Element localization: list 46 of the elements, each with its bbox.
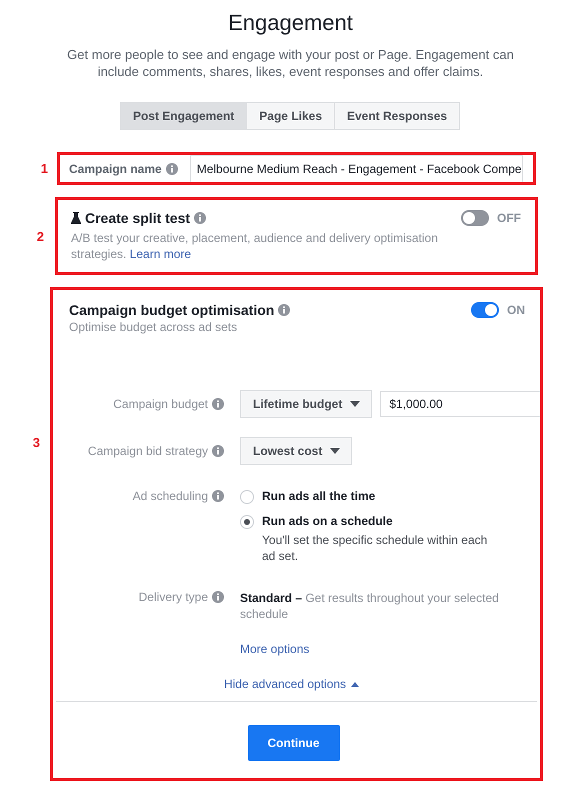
section-subtitle: Optimise budget across ad sets	[69, 320, 238, 334]
caret-icon	[351, 682, 360, 686]
budget-amount-field[interactable]: $1,000.00	[380, 391, 540, 417]
radio-label[interactable]: Run ads all the time	[262, 489, 376, 503]
field-label: Campaign bid strategy	[88, 444, 208, 458]
hide-advanced-options-link[interactable]: Hide advanced options	[224, 677, 370, 691]
caret-icon	[330, 448, 340, 454]
annotation-number: 3	[32, 435, 41, 450]
objective-tab[interactable]: Page Likes	[246, 102, 335, 130]
field-label: Campaign budget	[113, 397, 208, 411]
toggle-label: OFF	[497, 211, 521, 225]
delivery-type-text: Standard – Get results throughout your selected schedule	[240, 590, 500, 622]
budget-dropdown[interactable]: Lifetime budget	[240, 390, 372, 418]
toggle-switch[interactable]	[471, 302, 499, 318]
page-title: Engagement	[227, 9, 354, 37]
info-icon[interactable]	[278, 304, 290, 316]
radio-button[interactable]	[240, 490, 254, 504]
section-description: A/B test your creative, placement, audience and delivery optimisation strategies. Learn more	[71, 230, 439, 262]
toggle-switch[interactable]	[461, 210, 489, 226]
annotation-number: 1	[40, 161, 49, 176]
campaign-name-field[interactable]: Melbourne Medium Reach - Engagement - Facebook Compe	[190, 155, 523, 182]
info-icon[interactable]	[212, 591, 224, 603]
continue-button[interactable]: Continue	[248, 725, 340, 761]
radio-label[interactable]: Run ads on a schedule	[262, 514, 498, 528]
bid-strategy-dropdown[interactable]: Lowest cost	[240, 437, 352, 465]
option-note: You'll set the specific schedule within each ad set.	[262, 532, 488, 564]
learn-more-link[interactable]: Learn more	[130, 247, 192, 261]
section-title: Campaign budget optimisation	[69, 302, 274, 318]
annotation-number: 2	[36, 228, 45, 244]
radio-button[interactable]	[240, 515, 254, 529]
info-icon[interactable]	[212, 398, 224, 410]
objective-tab[interactable]: Post Engagement	[120, 102, 248, 130]
info-icon[interactable]	[194, 212, 206, 224]
field-label: Ad scheduling	[132, 489, 208, 503]
info-icon[interactable]	[212, 490, 224, 502]
objective-tab[interactable]: Event Responses	[334, 102, 460, 130]
page-description: Get more people to see and engage with your post or Page. Engagement can include comments, shares, likes, event responses and offer claims.	[66, 46, 515, 80]
field-label: Delivery type	[138, 590, 208, 604]
caret-icon	[350, 401, 360, 407]
toggle-label: ON	[507, 303, 525, 317]
info-icon[interactable]	[166, 162, 178, 174]
info-icon[interactable]	[212, 445, 224, 457]
field-label: Campaign name	[69, 162, 162, 176]
section-title: Create split test	[85, 210, 190, 226]
more-options-link[interactable]: More options	[240, 642, 310, 656]
flask-icon	[71, 212, 81, 224]
